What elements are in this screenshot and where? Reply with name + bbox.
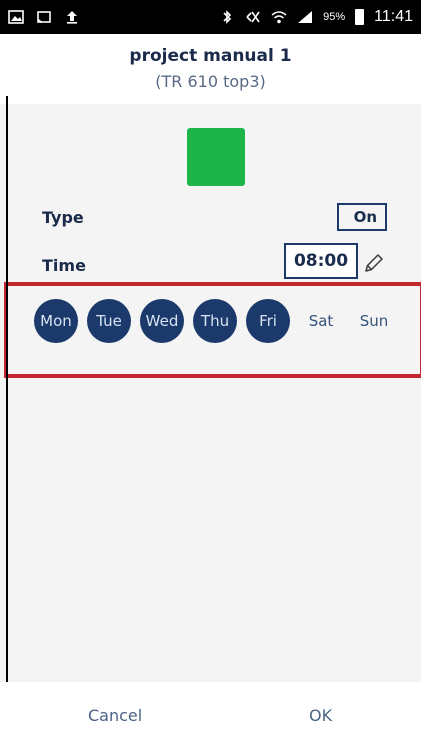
status-right-icons: 95% 11:41: [219, 8, 413, 26]
upload-icon: [67, 11, 77, 24]
color-swatch[interactable]: [187, 128, 245, 186]
cast-icon: [37, 11, 51, 24]
pencil-icon[interactable]: [362, 251, 386, 275]
header: project manual 1 (TR 610 top3): [0, 34, 421, 104]
day-tue[interactable]: Tue: [87, 299, 131, 343]
page-subtitle: (TR 610 top3): [155, 72, 266, 91]
battery-percent: 95%: [323, 11, 346, 23]
type-toggle[interactable]: On: [337, 203, 387, 231]
status-bar: 95% 11:41: [0, 0, 421, 34]
left-edge-divider: [6, 96, 8, 740]
day-sat[interactable]: Sat: [299, 299, 343, 343]
clock: 11:41: [374, 8, 413, 25]
bluetooth-icon: [223, 10, 232, 24]
time-field[interactable]: 08:00: [284, 243, 358, 279]
footer-actions: Cancel OK: [0, 682, 421, 740]
day-fri[interactable]: Fri: [246, 299, 290, 343]
battery-icon: [355, 9, 365, 25]
mute-icon: [246, 11, 260, 23]
page-title: project manual 1: [129, 46, 292, 66]
ok-button[interactable]: OK: [309, 706, 332, 725]
wifi-icon: [271, 11, 287, 24]
image-icon: [8, 10, 24, 24]
signal-icon: [298, 11, 313, 23]
type-label: Type: [42, 208, 84, 227]
cancel-button[interactable]: Cancel: [88, 706, 142, 725]
day-wed[interactable]: Wed: [140, 299, 184, 343]
day-mon[interactable]: Mon: [34, 299, 78, 343]
day-thu[interactable]: Thu: [193, 299, 237, 343]
status-left-icons: [8, 10, 80, 24]
schedule-editor: Type On Time 08:00 Mon Tue Wed Thu Fri S…: [0, 104, 421, 682]
day-sun[interactable]: Sun: [352, 299, 396, 343]
time-label: Time: [42, 256, 86, 275]
